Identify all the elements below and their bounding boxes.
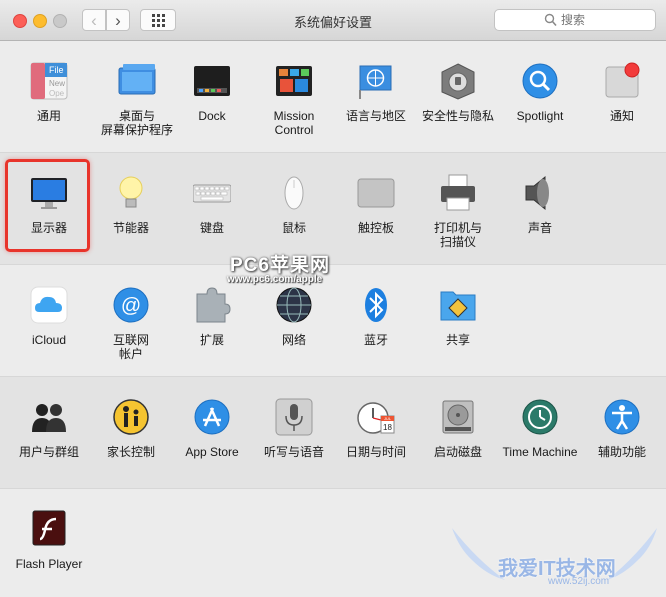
pane-label: Spotlight — [516, 109, 564, 123]
pane-label: iCloud — [31, 333, 67, 347]
search-icon — [544, 13, 557, 27]
trackpad-icon — [357, 178, 395, 208]
startup-disk-icon — [442, 400, 474, 434]
pane-label: 用户与群组 — [18, 445, 79, 459]
displays-highlight — [5, 159, 90, 252]
dictation-speech-icon — [275, 398, 313, 436]
notifications-icon — [605, 62, 640, 98]
mouse-icon — [284, 176, 304, 210]
svg-text:@: @ — [121, 295, 141, 317]
pane-label: Dock — [198, 109, 226, 123]
pane-label: 辅助功能 — [597, 445, 646, 459]
users-groups-icon — [32, 404, 66, 432]
pc6-watermark-title: PC6苹果网 — [230, 255, 330, 276]
pane-label: Mission Control — [273, 109, 315, 137]
date-time-icon: JUL 18 — [357, 402, 395, 434]
app-store-icon — [194, 399, 230, 435]
pane-label: Flash Player — [15, 557, 83, 571]
dock-icon — [194, 66, 230, 96]
search-input[interactable] — [561, 12, 651, 28]
svg-text:File: File — [49, 65, 64, 75]
window-titlebar: ‹ › 系统偏好设置 — [0, 0, 666, 41]
svg-text:New: New — [49, 79, 65, 88]
pane-label: 节能器 — [112, 221, 149, 235]
search-field[interactable] — [494, 9, 656, 31]
section-hardware — [0, 153, 666, 265]
accessibility-icon — [604, 399, 640, 435]
pane-label: Time Machine — [502, 445, 578, 459]
extensions-icon — [196, 287, 231, 323]
time-machine-icon — [522, 399, 558, 435]
sound-icon — [525, 175, 549, 211]
pane-label: 安全性与隐私 — [421, 109, 494, 123]
security-privacy-icon — [441, 63, 475, 100]
sharing-icon — [440, 291, 476, 321]
svg-text:18: 18 — [383, 423, 392, 432]
printers-scanners-icon — [441, 174, 475, 211]
pane-label: 语言与地区 — [345, 109, 406, 123]
parental-controls-icon — [113, 399, 149, 435]
pane-label: 听写与语音 — [263, 445, 324, 459]
pane-label: 共享 — [445, 333, 470, 347]
internet-accounts-icon: @ — [113, 287, 149, 323]
network-icon — [276, 287, 312, 323]
site-watermark-url: www.52ij.com — [548, 576, 610, 587]
spotlight-icon — [522, 63, 558, 99]
language-region-icon — [359, 65, 392, 99]
pane-label: 键盘 — [199, 221, 224, 235]
keyboard-icon — [193, 184, 231, 203]
pc6-watermark-url: www.pc6.com/apple — [227, 274, 323, 285]
pane-label: 蓝牙 — [363, 333, 388, 347]
pane-label: 通知 — [609, 109, 634, 123]
pane-label: 互联网 帐户 — [112, 333, 149, 361]
pane-label: 触控板 — [357, 221, 394, 235]
flash-player-icon — [32, 510, 66, 546]
desktop-screensaver-icon — [118, 64, 156, 95]
svg-text:JUL: JUL — [384, 416, 392, 421]
pane-label: App Store — [185, 445, 239, 459]
mission-control-icon — [276, 66, 312, 96]
svg-text:Ope: Ope — [49, 89, 65, 98]
pane-label: 网络 — [281, 333, 306, 347]
general-icon: File New Ope — [30, 62, 68, 100]
pane-label: 家长控制 — [106, 445, 155, 459]
icloud-icon — [30, 286, 68, 324]
bluetooth-icon — [365, 288, 387, 322]
pane-label: 日期与时间 — [345, 445, 406, 459]
pane-label: 声音 — [527, 221, 552, 235]
energy-saver-icon — [119, 176, 143, 208]
pane-label: 扩展 — [199, 333, 224, 347]
pane-label: 启动磁盘 — [433, 445, 482, 459]
pane-label: 鼠标 — [281, 221, 306, 235]
pane-label: 通用 — [36, 109, 61, 123]
pane-label: 打印机与 扫描仪 — [433, 221, 482, 249]
section-system — [0, 377, 666, 489]
